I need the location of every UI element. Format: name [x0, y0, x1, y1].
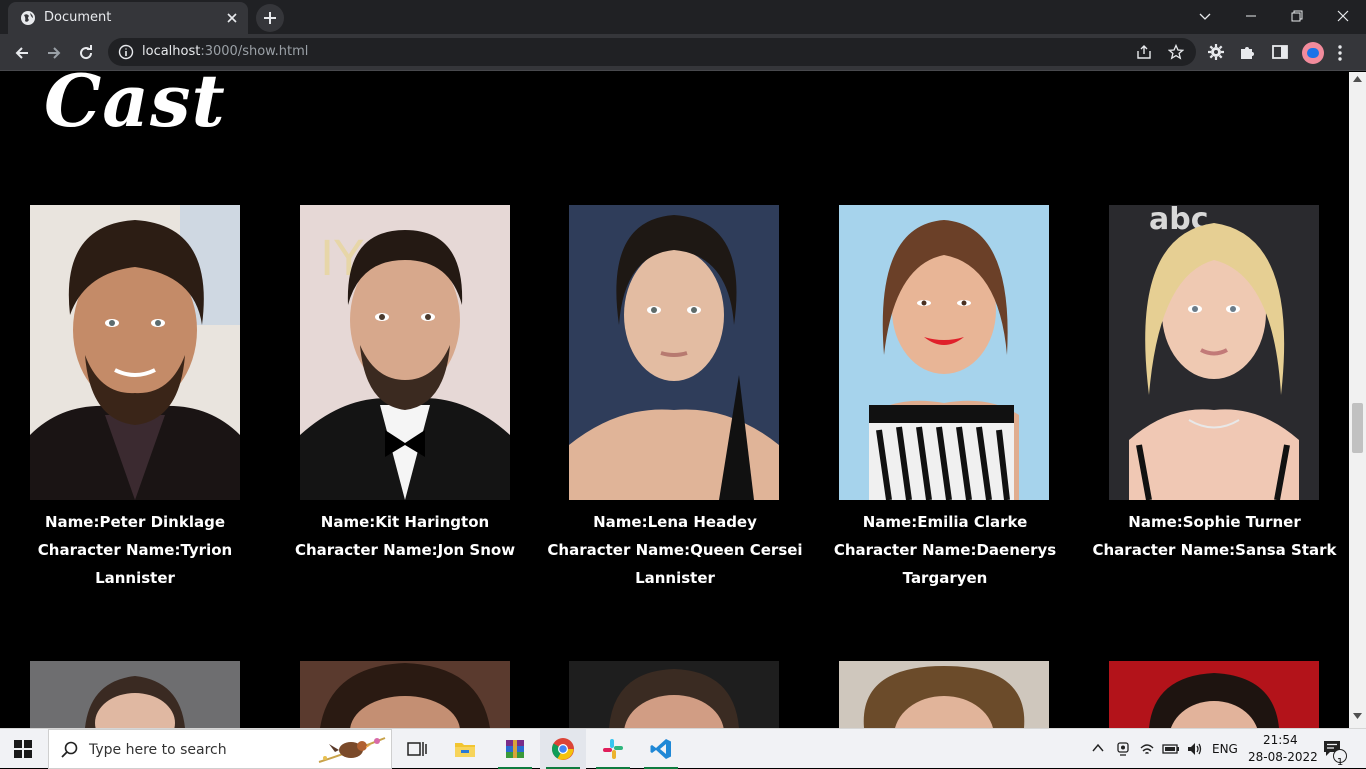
tab-title: Document: [44, 10, 112, 25]
scrollbar-thumb[interactable]: [1352, 403, 1363, 453]
cast-photo: [300, 661, 510, 728]
tab-search-button[interactable]: [1182, 0, 1228, 32]
notification-badge: 1: [1333, 749, 1347, 768]
minimize-icon: [1246, 15, 1256, 17]
url-host: localhost: [142, 44, 201, 59]
task-view-icon: [407, 742, 427, 756]
cast-photo: [569, 205, 779, 500]
url-path: :3000/show.html: [200, 44, 309, 59]
cast-character: Character Name:Daenerys Targaryen: [833, 541, 1057, 587]
file-explorer-app[interactable]: [442, 729, 488, 769]
cast-card: abc Name:Sophie Turner Character Name:Sa…: [1080, 205, 1349, 605]
clock-time[interactable]: 21:54: [1263, 733, 1298, 747]
language-indicator[interactable]: ENG: [1212, 742, 1238, 756]
browser-tab[interactable]: Document: [8, 2, 248, 34]
cast-photo: [30, 661, 240, 728]
cast-name: Name:Sophie Turner: [1128, 513, 1301, 531]
volume-icon[interactable]: [1186, 741, 1204, 757]
wifi-icon[interactable]: [1139, 741, 1155, 757]
vscode-app[interactable]: [638, 729, 684, 769]
cast-photo: [839, 205, 1049, 500]
cast-info: Name:Kit Harington Character Name:Jon Sn…: [270, 508, 540, 564]
cast-card: Name:Peter Dinklage Character Name:Tyrio…: [0, 205, 270, 605]
cast-character: Character Name:Jon Snow: [294, 541, 516, 559]
forward-arrow-icon: [48, 47, 61, 59]
minimize-button[interactable]: [1228, 0, 1274, 32]
chevron-up-icon[interactable]: [1091, 741, 1105, 755]
cast-character: Character Name:Sansa Stark: [1092, 541, 1337, 559]
new-tab-button[interactable]: [256, 4, 284, 32]
scroll-up-arrow-icon[interactable]: [1353, 76, 1362, 82]
close-icon: [1337, 10, 1349, 22]
page-viewport: Cast Name:Peter Dinklage Character Name:…: [0, 72, 1349, 728]
cast-name: Name:Peter Dinklage: [44, 513, 226, 531]
close-window-button[interactable]: [1320, 0, 1366, 32]
cast-photo: IYO: [300, 205, 510, 500]
cast-photo: [1109, 661, 1319, 728]
forward-button[interactable]: [40, 39, 68, 67]
browser-title-bar: Document: [0, 0, 1366, 34]
cast-card: Name:Lena Headey Character Name:Queen Ce…: [540, 205, 810, 605]
cast-info: Name:Sophie Turner Character Name:Sansa …: [1080, 508, 1349, 564]
chrome-icon: [552, 738, 574, 760]
chrome-app[interactable]: [540, 729, 586, 769]
taskbar-search-box[interactable]: Type here to search: [48, 729, 392, 769]
folder-icon: [455, 743, 475, 757]
close-tab-icon[interactable]: [224, 10, 240, 26]
back-button[interactable]: [8, 39, 36, 67]
back-arrow-icon: [15, 47, 28, 59]
webcam-icon[interactable]: [1115, 741, 1131, 757]
cast-name: Name:Kit Harington: [320, 513, 490, 531]
notification-count: 1: [1336, 757, 1344, 768]
cast-character: Character Name:Tyrion Lannister: [37, 541, 233, 587]
cast-info: Name:Emilia Clarke Character Name:Daener…: [810, 508, 1080, 592]
page-title: Cast: [44, 72, 226, 143]
cast-photo: [30, 205, 240, 500]
cast-card: IYO Name:Kit Harington Character Name:Jo…: [270, 205, 540, 605]
clock-date[interactable]: 28-08-2022: [1248, 750, 1318, 764]
profile-avatar[interactable]: [1302, 42, 1324, 64]
page-scrollbar[interactable]: [1349, 72, 1366, 728]
share-icon[interactable]: [1136, 44, 1152, 60]
slack-icon: [603, 739, 623, 759]
more-menu-icon[interactable]: [1338, 44, 1342, 62]
battery-icon[interactable]: [1162, 741, 1180, 757]
search-highlight-bird-icon: [318, 737, 386, 763]
url-text[interactable]: localhost:3000/show.html: [142, 44, 308, 59]
reload-button[interactable]: [72, 39, 100, 67]
cast-photo: [569, 661, 779, 728]
plus-icon: [264, 12, 276, 24]
slack-app[interactable]: [590, 729, 636, 769]
search-placeholder: Type here to search: [89, 742, 227, 758]
info-icon[interactable]: [118, 44, 134, 60]
cast-card: Name:Emilia Clarke Character Name:Daener…: [810, 205, 1080, 605]
cast-name: Name:Emilia Clarke: [862, 513, 1028, 531]
cast-photo: [839, 661, 1049, 728]
winrar-app[interactable]: [492, 729, 538, 769]
bookmark-star-icon[interactable]: [1168, 44, 1184, 60]
extensions-puzzle-icon[interactable]: [1239, 43, 1257, 61]
winrar-icon: [506, 740, 524, 758]
address-bar[interactable]: localhost:3000/show.html: [108, 38, 1196, 66]
reload-icon: [80, 45, 93, 60]
task-view-button[interactable]: [394, 729, 440, 769]
cast-photo: abc: [1109, 205, 1319, 500]
cast-info: Name:Peter Dinklage Character Name:Tyrio…: [0, 508, 270, 592]
gear-icon[interactable]: [1207, 43, 1225, 61]
cast-info: Name:Lena Headey Character Name:Queen Ce…: [540, 508, 810, 592]
vscode-icon: [650, 739, 671, 759]
chevron-down-icon: [1199, 13, 1211, 20]
scroll-down-arrow-icon[interactable]: [1353, 713, 1362, 719]
side-panel-icon[interactable]: [1271, 43, 1289, 61]
restore-icon: [1291, 10, 1303, 22]
globe-icon: [21, 11, 35, 25]
windows-taskbar: Type here to search ENG 21:54 28-08-2022…: [0, 728, 1366, 769]
cast-character: Character Name:Queen Cersei Lannister: [547, 541, 803, 587]
restore-button[interactable]: [1274, 0, 1320, 32]
windows-start-icon[interactable]: [14, 740, 32, 758]
search-icon: [61, 741, 78, 758]
cast-name: Name:Lena Headey: [593, 513, 757, 531]
browser-toolbar: localhost:3000/show.html: [0, 34, 1366, 71]
